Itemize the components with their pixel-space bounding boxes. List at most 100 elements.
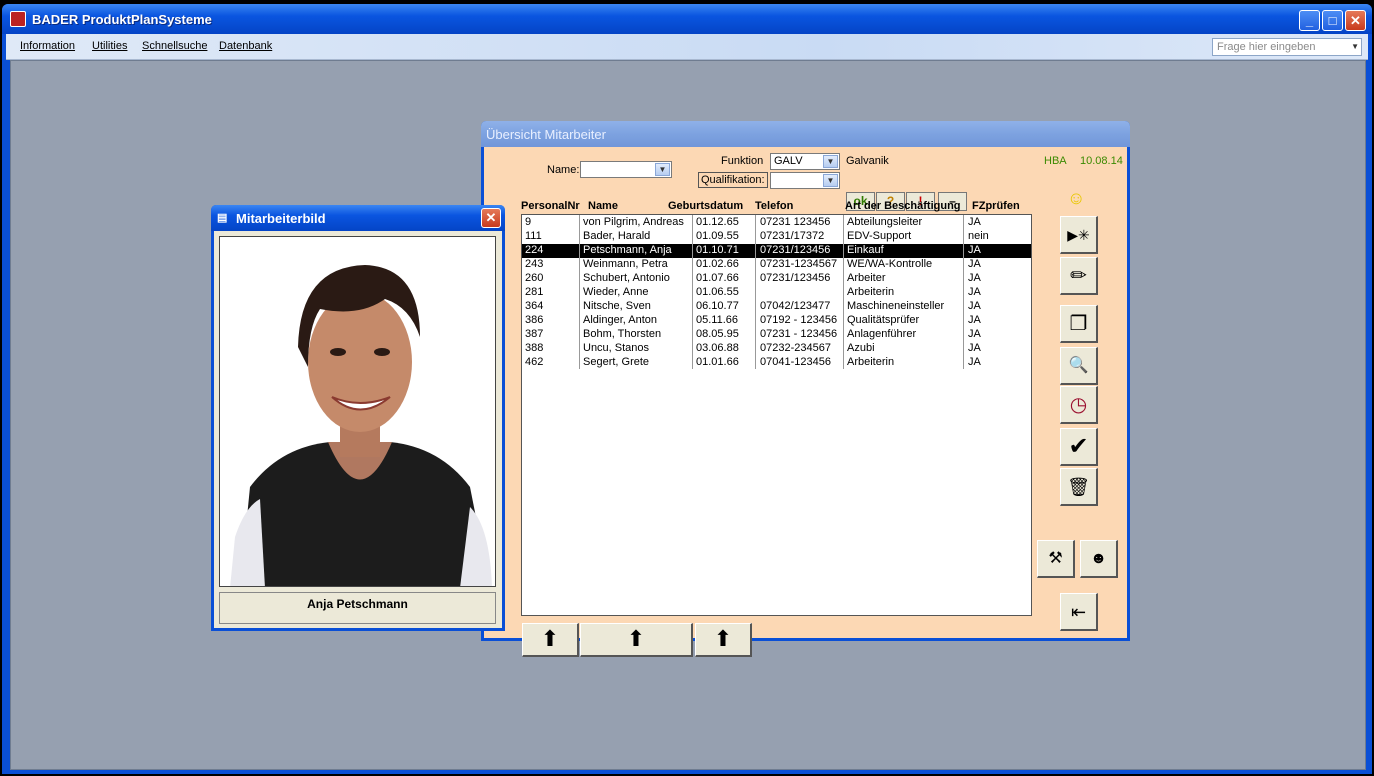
table-row[interactable]: 243 Weinmann, Petra 01.02.66 07231-1234567 W…: [522, 258, 1031, 272]
cell-geb: 01.02.66: [696, 258, 739, 270]
table-row[interactable]: 260 Schubert, Antonio 01.07.66 07231/123456…: [522, 272, 1031, 286]
employee-list[interactable]: 9 von Pilgrim, Andreas 01.12.65 07231 12345…: [521, 214, 1032, 616]
cell-name: Segert, Grete: [583, 356, 650, 368]
help-question-input[interactable]: Frage hier eingeben ▼: [1212, 38, 1362, 56]
menu-utilities[interactable]: Utilities: [92, 40, 127, 52]
cell-fz: JA: [968, 328, 981, 340]
move-up-button[interactable]: ⬆: [580, 623, 693, 657]
name-label: Name:: [547, 164, 580, 176]
chevron-down-icon[interactable]: ▼: [1351, 42, 1359, 51]
cell-nr: 462: [525, 356, 544, 368]
cell-tel: 07192 - 123456: [760, 314, 838, 326]
cell-art: Abteilungsleiter: [847, 216, 923, 228]
menu-datenbank[interactable]: Datenbank: [219, 40, 272, 52]
user-code: HBA: [1044, 155, 1067, 167]
app-titlebar[interactable]: BADER ProduktPlanSysteme _ □ ✕: [2, 4, 1372, 34]
funktion-combo[interactable]: GALV ▼: [770, 153, 840, 170]
cell-art: Qualitätsprüfer: [847, 314, 920, 326]
close-button[interactable]: ✕: [481, 208, 501, 228]
col-divider: [963, 215, 964, 369]
col-header-art[interactable]: Art der Beschäftigung: [845, 200, 961, 212]
uebersicht-body: Name: ▼ Funktion GALV ▼ Galvanik Qualifi…: [484, 147, 1127, 657]
mitarbeiterbild-window: ▤ Mitarbeiterbild ✕ Anja Petschmann: [211, 205, 505, 631]
cell-geb: 06.10.77: [696, 300, 739, 312]
table-row[interactable]: 111 Bader, Harald 01.09.55 07231/17372 EDV-S…: [522, 230, 1031, 244]
cell-name: Wieder, Anne: [583, 286, 649, 298]
table-row[interactable]: 462 Segert, Grete 01.01.66 07041-123456 Arbe…: [522, 356, 1031, 370]
cell-fz: JA: [968, 244, 981, 256]
trash-icon: 🗑: [1067, 477, 1090, 497]
cell-art: Azubi: [847, 342, 875, 354]
move-first-button[interactable]: ⬆: [522, 623, 579, 657]
time-button[interactable]: ◷: [1060, 386, 1098, 424]
cell-tel: 07231 - 123456: [760, 328, 838, 340]
table-row[interactable]: 224 Petschmann, Anja 01.10.71 07231/123456 E…: [522, 244, 1031, 258]
new-record-button[interactable]: ▶✳: [1060, 216, 1098, 254]
cell-fz: JA: [968, 314, 981, 326]
name-combo[interactable]: ▼: [580, 161, 672, 178]
table-row[interactable]: 9 von Pilgrim, Andreas 01.12.65 07231 12345…: [522, 216, 1031, 230]
cell-geb: 01.12.65: [696, 216, 739, 228]
cell-nr: 387: [525, 328, 544, 340]
search-document-icon: 🔍: [1068, 357, 1089, 374]
table-row[interactable]: 281 Wieder, Anne 01.06.55 Arbeiterin JA: [522, 286, 1031, 300]
close-button[interactable]: ✕: [1345, 10, 1366, 31]
col-divider: [755, 215, 756, 369]
cell-tel: 07231-1234567: [760, 258, 838, 270]
chevron-down-icon[interactable]: ▼: [655, 163, 670, 176]
mask-icon: ☻: [1090, 550, 1107, 567]
cell-nr: 281: [525, 286, 544, 298]
cell-fz: JA: [968, 272, 981, 284]
funktion-text: Galvanik: [846, 155, 889, 167]
uebersicht-title[interactable]: Übersicht Mitarbeiter: [481, 121, 1130, 147]
col-header-personalnr[interactable]: PersonalNr: [521, 200, 580, 212]
confirm-button[interactable]: ✔: [1060, 428, 1098, 466]
mitarbeiterbild-title: Mitarbeiterbild: [236, 211, 326, 226]
cell-name: Bader, Harald: [583, 230, 651, 242]
help-question-placeholder: Frage hier eingeben: [1217, 41, 1316, 53]
qualifikation-combo[interactable]: ▼: [770, 172, 840, 189]
chevron-down-icon[interactable]: ▼: [823, 174, 838, 187]
cell-geb: 05.11.66: [696, 314, 739, 326]
cell-tel: 07041-123456: [760, 356, 831, 368]
cell-geb: 01.07.66: [696, 272, 739, 284]
current-date: 10.08.14: [1080, 155, 1123, 167]
delete-button[interactable]: 🗑: [1060, 468, 1098, 506]
cell-fz: JA: [968, 216, 981, 228]
cell-geb: 08.05.95: [696, 328, 739, 340]
cell-name: Schubert, Antonio: [583, 272, 670, 284]
col-header-telefon[interactable]: Telefon: [755, 200, 793, 212]
cell-geb: 01.09.55: [696, 230, 739, 242]
table-row[interactable]: 364 Nitsche, Sven 06.10.77 07042/123477 Masc…: [522, 300, 1031, 314]
minimize-button[interactable]: _: [1299, 10, 1320, 31]
maximize-button[interactable]: □: [1322, 10, 1343, 31]
cell-art: WE/WA-Kontrolle: [847, 258, 933, 270]
cell-art: Anlagenführer: [847, 328, 917, 340]
cell-art: Einkauf: [847, 244, 884, 256]
chevron-down-icon[interactable]: ▼: [823, 155, 838, 168]
edit-button[interactable]: ✏: [1060, 257, 1098, 295]
preview-button[interactable]: 🔍: [1060, 347, 1098, 385]
play-star-icon: ▶✳: [1067, 227, 1090, 243]
move-last-button[interactable]: ⬆: [695, 623, 752, 657]
exit-button[interactable]: ⇤: [1060, 593, 1098, 631]
pencil-icon: ✏: [1070, 265, 1087, 287]
table-row[interactable]: 386 Aldinger, Anton 05.11.66 07192 - 123456…: [522, 314, 1031, 328]
col-header-geburtsdatum[interactable]: Geburtsdatum: [668, 200, 743, 212]
exit-door-icon: ⇤: [1070, 602, 1087, 622]
col-divider: [843, 215, 844, 369]
tools-button[interactable]: ⚒: [1037, 540, 1075, 578]
cell-name: Bohm, Thorsten: [583, 328, 662, 340]
table-row[interactable]: 387 Bohm, Thorsten 08.05.95 07231 - 123456 A…: [522, 328, 1031, 342]
col-header-name[interactable]: Name: [588, 200, 618, 212]
table-row[interactable]: 388 Uncu, Stanos 03.06.88 07232-234567 Azubi…: [522, 342, 1031, 356]
cell-name: Aldinger, Anton: [583, 314, 658, 326]
menu-information[interactable]: Information: [20, 40, 75, 52]
mask-button[interactable]: ☻: [1080, 540, 1118, 578]
mitarbeiterbild-titlebar[interactable]: ▤ Mitarbeiterbild ✕: [211, 205, 505, 231]
qualifikation-label: Qualifikation:: [698, 172, 768, 188]
col-header-fzpruefen[interactable]: FZprüfen: [972, 200, 1020, 212]
copy-button[interactable]: ❐: [1060, 305, 1098, 343]
clock-icon: ◷: [1069, 394, 1088, 416]
menu-schnellsuche[interactable]: Schnellsuche: [142, 40, 207, 52]
